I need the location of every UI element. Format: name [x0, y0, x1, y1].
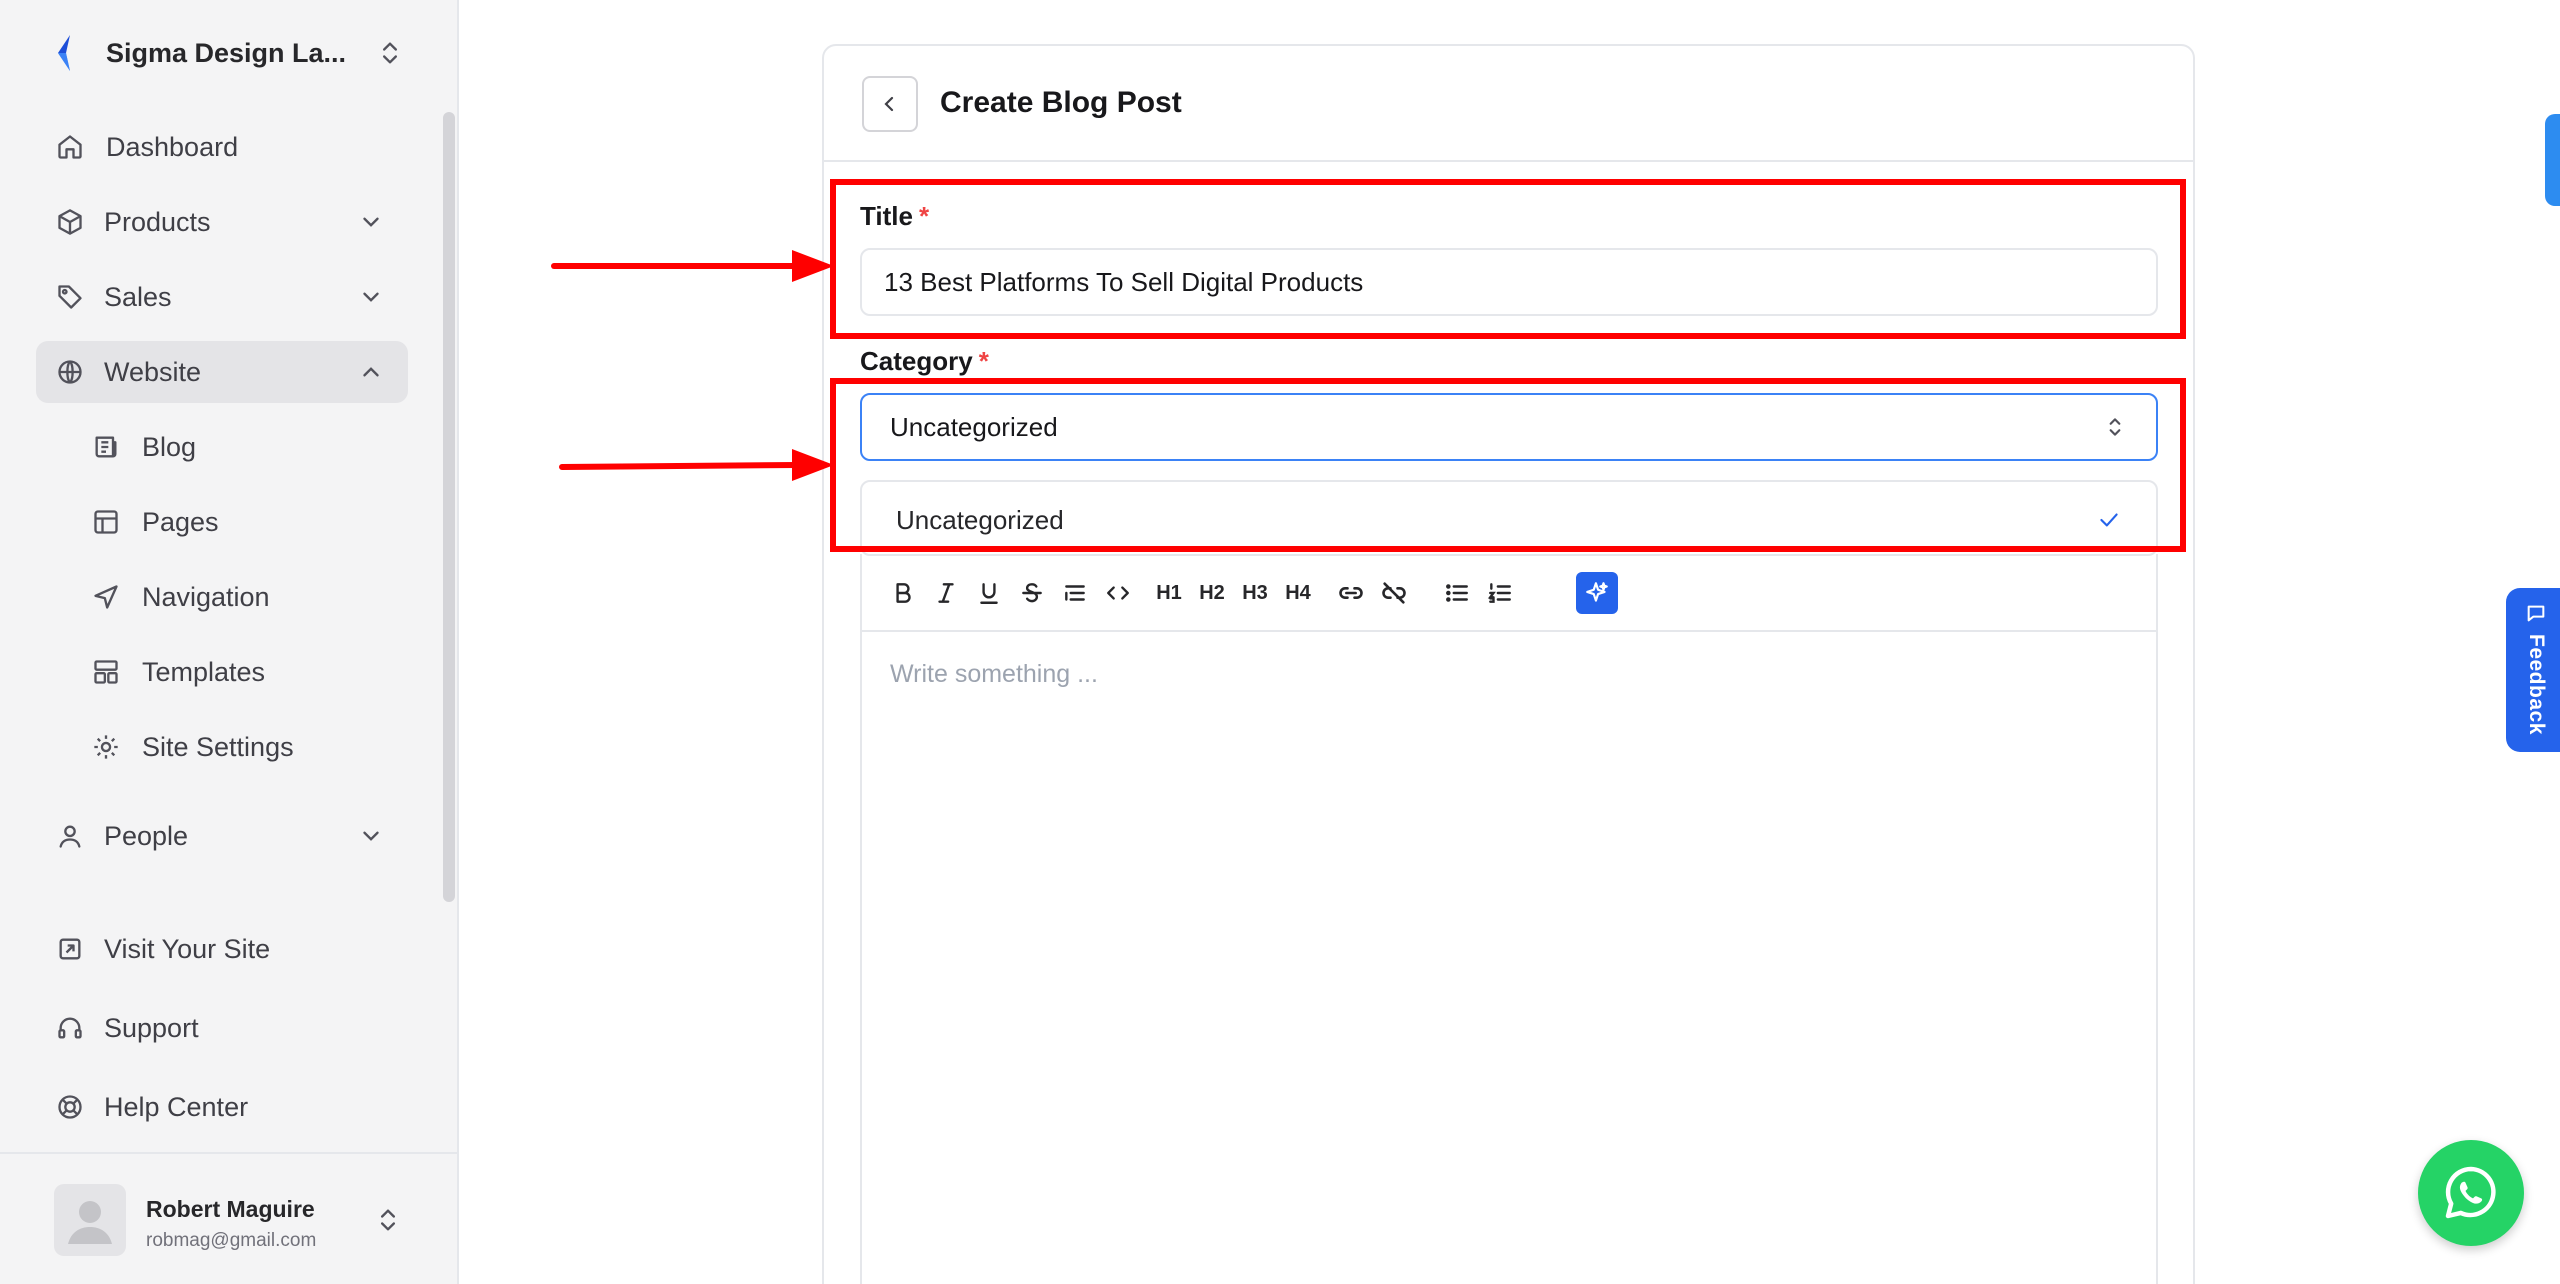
- workspace-switcher[interactable]: Sigma Design La...: [54, 28, 404, 78]
- box-icon: [56, 208, 84, 236]
- sidebar-item-label: Templates: [142, 656, 266, 687]
- annotation-arrow-icon: [551, 250, 834, 282]
- whatsapp-chat-button[interactable]: [2418, 1140, 2524, 1246]
- sidebar-link-visit-site[interactable]: Visit Your Site: [36, 918, 408, 980]
- sidebar-item-label: Visit Your Site: [104, 933, 271, 964]
- user-email: robmag@gmail.com: [146, 1230, 317, 1251]
- sidebar-item-dashboard[interactable]: Dashboard: [36, 116, 408, 178]
- ordered-list-icon[interactable]: [1483, 576, 1517, 610]
- whatsapp-icon: [2439, 1161, 2503, 1225]
- user-icon: [56, 822, 84, 850]
- required-mark: *: [978, 346, 989, 376]
- headset-icon: [56, 1014, 84, 1042]
- content-editor[interactable]: H1 H2 H3 H4 Write something ...: [860, 554, 2158, 1284]
- avatar: [54, 1184, 126, 1256]
- annotation-box-title: [830, 179, 2186, 339]
- underline-icon[interactable]: [972, 576, 1006, 610]
- sidebar-item-blog[interactable]: Blog: [72, 416, 408, 478]
- sidebar-item-templates[interactable]: Templates: [72, 641, 408, 703]
- sidebar-item-label: Website: [104, 356, 202, 387]
- sidebar-item-label: Products: [104, 206, 211, 237]
- page-title: Create Blog Post: [940, 86, 1182, 119]
- strikethrough-icon[interactable]: [1015, 576, 1049, 610]
- template-icon: [92, 658, 120, 686]
- blockquote-icon[interactable]: [1058, 576, 1092, 610]
- annotation-box-category: [830, 378, 2186, 552]
- category-label: Category *: [860, 346, 989, 376]
- heading-2-icon[interactable]: H2: [1195, 576, 1229, 610]
- sidebar-item-label: Navigation: [142, 581, 270, 612]
- sidebar-item-label: Help Center: [104, 1091, 249, 1122]
- lifebuoy-icon: [56, 1093, 84, 1121]
- message-icon: [2525, 602, 2547, 624]
- sidebar-item-site-settings[interactable]: Site Settings: [72, 716, 408, 778]
- sidebar-item-website[interactable]: Website: [36, 341, 408, 403]
- chevron-down-icon: [358, 209, 384, 235]
- feedback-button[interactable]: Feedback: [2506, 588, 2560, 752]
- heading-4-icon[interactable]: H4: [1281, 576, 1315, 610]
- sidebar-item-label: Dashboard: [106, 131, 239, 162]
- sidebar-item-label: Pages: [142, 506, 219, 537]
- chevron-down-icon: [358, 823, 384, 849]
- sidebar-item-sales[interactable]: Sales: [36, 266, 408, 328]
- newspaper-icon: [92, 433, 120, 461]
- editor-toolbar: H1 H2 H3 H4: [862, 554, 2156, 632]
- sidebar-item-pages[interactable]: Pages: [72, 491, 408, 553]
- sidebar-item-label: Sales: [104, 281, 172, 312]
- sidebar-item-label: People: [104, 820, 189, 851]
- workspace-name: Sigma Design La...: [106, 37, 347, 68]
- external-link-icon: [56, 935, 84, 963]
- form-header: Create Blog Post: [824, 46, 2193, 162]
- ai-sparkle-icon[interactable]: [1576, 572, 1618, 614]
- navigation-arrow-icon: [92, 583, 120, 611]
- home-icon: [56, 133, 84, 161]
- chevron-left-icon: [878, 92, 902, 116]
- bullet-list-icon[interactable]: [1440, 576, 1474, 610]
- globe-icon: [56, 358, 84, 386]
- sidebar-item-label: Support: [104, 1012, 199, 1043]
- sidebar-item-products[interactable]: Products: [36, 191, 408, 253]
- brand-logo-icon: [54, 33, 84, 73]
- sidebar-link-help-center[interactable]: Help Center: [36, 1076, 408, 1138]
- chevron-down-icon: [358, 284, 384, 310]
- chevron-up-icon: [358, 359, 384, 385]
- sidebar: Sigma Design La... Dashboard Products Sa…: [0, 0, 459, 1284]
- chevron-up-down-icon: [374, 1206, 402, 1234]
- side-panel-tab[interactable]: [2545, 114, 2560, 206]
- link-icon[interactable]: [1334, 576, 1368, 610]
- bold-icon[interactable]: [886, 576, 920, 610]
- sidebar-item-label: Site Settings: [142, 731, 294, 762]
- unlink-icon[interactable]: [1377, 576, 1411, 610]
- editor-placeholder: Write something ...: [890, 660, 1098, 688]
- heading-3-icon[interactable]: H3: [1238, 576, 1272, 610]
- sidebar-link-support[interactable]: Support: [36, 997, 408, 1059]
- annotation-arrow-icon: [559, 449, 834, 481]
- sidebar-item-label: Blog: [142, 431, 197, 462]
- heading-1-icon[interactable]: H1: [1152, 576, 1186, 610]
- sidebar-scrollbar[interactable]: [443, 112, 455, 902]
- sidebar-item-navigation[interactable]: Navigation: [72, 566, 408, 628]
- feedback-label: Feedback: [2525, 634, 2548, 735]
- italic-icon[interactable]: [929, 576, 963, 610]
- sidebar-item-people[interactable]: People: [36, 805, 408, 867]
- tag-icon: [56, 283, 84, 311]
- user-name: Robert Maguire: [146, 1196, 315, 1222]
- chevron-up-down-icon: [376, 39, 404, 67]
- user-menu[interactable]: Robert Maguire robmag@gmail.com: [0, 1152, 457, 1284]
- layout-icon: [92, 508, 120, 536]
- code-icon[interactable]: [1101, 576, 1135, 610]
- gear-icon: [92, 733, 120, 761]
- back-button[interactable]: [862, 76, 918, 132]
